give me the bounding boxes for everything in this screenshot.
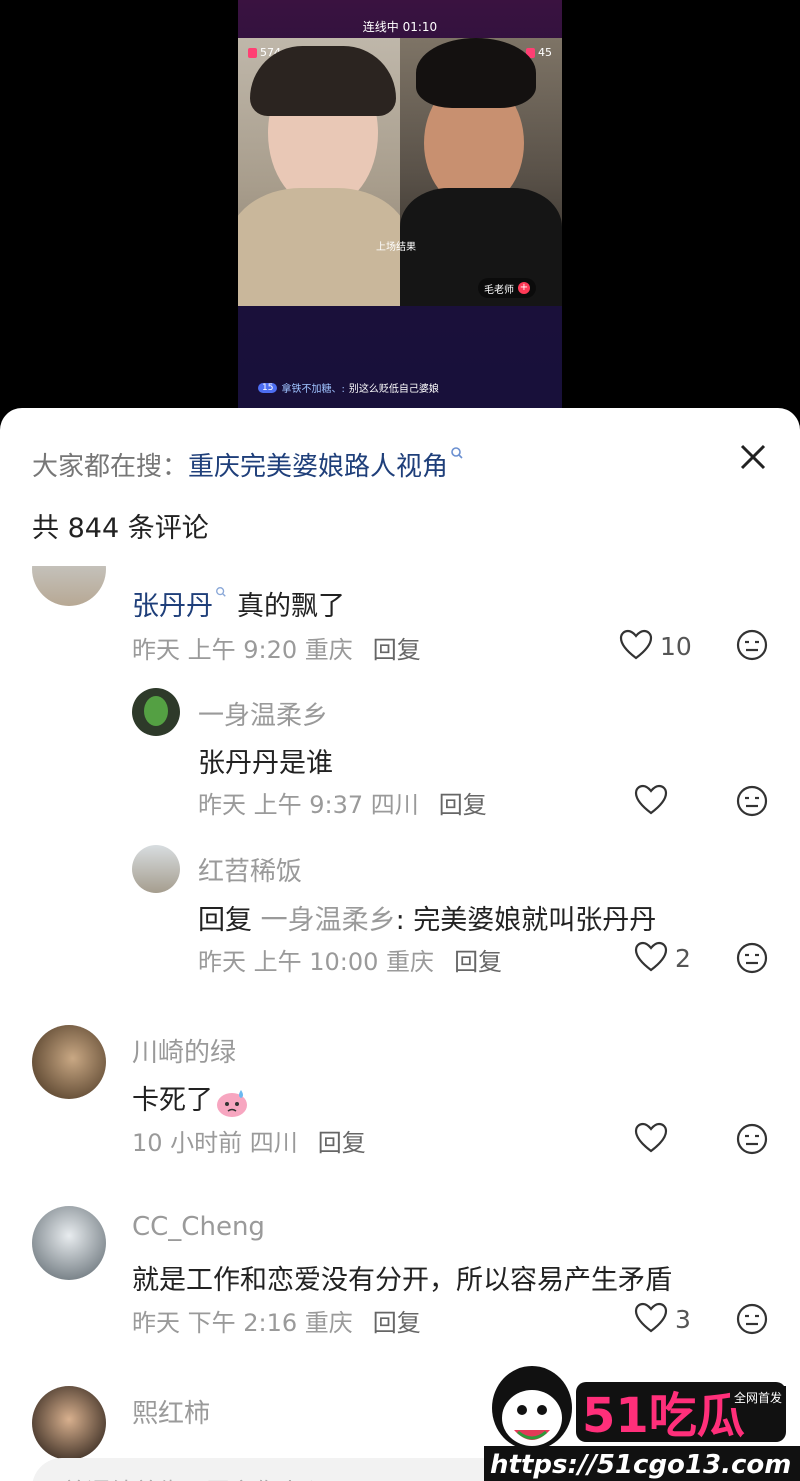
comment-meta: 昨天 上午 9:20 重庆 回复	[132, 636, 421, 664]
dislike-icon[interactable]	[735, 628, 769, 662]
dislike-icon[interactable]	[735, 941, 769, 975]
close-icon[interactable]	[734, 438, 772, 476]
left-camera: 574	[238, 38, 400, 306]
comment-mention[interactable]: 张丹丹	[132, 591, 213, 622]
comment-sheet: 大家都在搜：重庆完美婆娘路人视角 共 844 条评论 张丹丹 真的飘了 昨天 上午…	[0, 408, 800, 1481]
host-tag[interactable]: 毛老师 +	[478, 278, 536, 298]
dislike-icon[interactable]	[735, 1122, 769, 1156]
guest-hair	[416, 38, 536, 108]
comment-text: 就是工作和恋爱没有分开，所以容易产生矛盾	[132, 1265, 672, 1296]
search-suggestion[interactable]: 大家都在搜：重庆完美婆娘路人视角	[32, 446, 464, 483]
like-count: 10	[660, 632, 692, 661]
dislike-icon[interactable]	[735, 784, 769, 818]
search-icon	[451, 447, 463, 459]
chat-text: 别这么贬低自己婆娘	[348, 384, 439, 395]
heart-icon[interactable]	[634, 784, 668, 816]
avatar[interactable]	[32, 1025, 106, 1099]
comment-body: 回复 一身温柔乡: 完美婆娘就叫张丹丹	[198, 905, 657, 936]
avatar[interactable]	[32, 1386, 106, 1460]
reply-button[interactable]: 回复	[454, 948, 502, 976]
avatar[interactable]	[132, 845, 180, 893]
live-status: 连线中 01:10	[362, 20, 438, 34]
heart-icon[interactable]	[634, 1122, 668, 1154]
comment-text: 张丹丹是谁	[198, 748, 333, 779]
dislike-icon[interactable]	[735, 1302, 769, 1336]
live-video-area: 连线中 01:10 574 45 毛老师 + 上场结果 15 拿铁不加糖、: 别…	[0, 0, 800, 420]
reply-button[interactable]: 回复	[439, 791, 487, 819]
comment-meta: 10 小时前 四川 回复	[132, 1129, 366, 1157]
like-count: 2	[675, 944, 691, 973]
search-keyword[interactable]: 重庆完美婆娘路人视角	[188, 452, 448, 482]
reply-button[interactable]: 回复	[373, 1309, 421, 1337]
heart-icon[interactable]	[634, 941, 668, 973]
watermark-url: https://51cgo13.com	[490, 1450, 791, 1480]
commenter-name[interactable]: CC_Cheng	[132, 1212, 265, 1242]
comment-body: 卡死了	[132, 1078, 249, 1118]
follow-plus-icon[interactable]: +	[518, 282, 530, 294]
watermark-logo: 51吃瓜 全网首发 https://51cgo13.com	[484, 1366, 800, 1481]
live-chat-message: 15 拿铁不加糖、: 别这么贬低自己婆娘	[258, 380, 439, 395]
right-camera: 45 毛老师 +	[400, 38, 562, 306]
reply-target[interactable]: 一身温柔乡	[261, 905, 396, 936]
comment-count: 共 844 条评论	[32, 513, 209, 544]
comment-meta: 昨天 上午 10:00 重庆 回复	[198, 948, 503, 976]
comment-body: 张丹丹 真的飘了	[132, 584, 345, 623]
chat-username: 拿铁不加糖、:	[281, 384, 345, 395]
heart-icon[interactable]	[634, 1302, 668, 1334]
reply-button[interactable]: 回复	[318, 1129, 366, 1157]
score-flag-icon	[248, 47, 257, 58]
comment-meta: 昨天 上午 9:37 四川 回复	[198, 791, 487, 819]
user-level-badge: 15	[258, 382, 278, 393]
commenter-name[interactable]: 熙红柿	[132, 1393, 210, 1430]
avatar[interactable]	[32, 1206, 106, 1280]
commenter-name[interactable]: 一身温柔乡	[198, 695, 328, 732]
like-count: 3	[675, 1305, 691, 1334]
live-stream[interactable]: 连线中 01:10 574 45 毛老师 + 上场结果 15 拿铁不加糖、: 别…	[238, 0, 562, 420]
commenter-name[interactable]: 红苕稀饭	[198, 851, 302, 888]
heart-icon[interactable]	[619, 629, 653, 661]
input-placeholder: 善语结善缘，恶言伤人心	[62, 1472, 326, 1481]
reply-button[interactable]: 回复	[373, 636, 421, 664]
commenter-name[interactable]: 川崎的绿	[132, 1032, 236, 1069]
comment-meta: 昨天 下午 2:16 重庆 回复	[132, 1309, 421, 1337]
sweat-emoji-icon	[217, 1089, 247, 1117]
watermark-brand: 51吃瓜	[582, 1388, 745, 1444]
previous-result-label: 上场结果	[376, 242, 416, 253]
streamer-hair	[250, 46, 396, 116]
search-icon	[216, 587, 226, 597]
watermark-tag: 全网首发	[734, 1390, 782, 1405]
avatar[interactable]	[132, 688, 180, 736]
